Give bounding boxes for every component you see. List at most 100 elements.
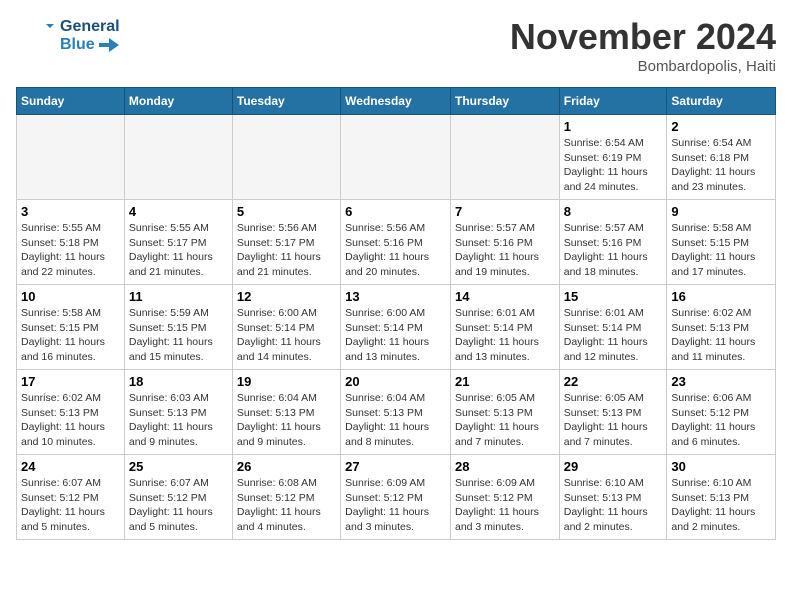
calendar-cell: 14 Sunrise: 6:01 AM Sunset: 5:14 PM Dayl…	[450, 285, 559, 370]
calendar-cell: 9 Sunrise: 5:58 AM Sunset: 5:15 PM Dayli…	[667, 200, 776, 285]
daylight: Daylight: 11 hours and 10 minutes.	[21, 420, 120, 449]
day-info: Sunrise: 6:00 AM Sunset: 5:14 PM Dayligh…	[237, 306, 336, 365]
calendar-cell	[450, 115, 559, 200]
calendar-cell: 15 Sunrise: 6:01 AM Sunset: 5:14 PM Dayl…	[559, 285, 667, 370]
day-info: Sunrise: 6:07 AM Sunset: 5:12 PM Dayligh…	[21, 476, 120, 535]
calendar-cell	[232, 115, 340, 200]
day-info: Sunrise: 6:03 AM Sunset: 5:13 PM Dayligh…	[129, 391, 228, 450]
daylight: Daylight: 11 hours and 24 minutes.	[564, 165, 663, 194]
sunset: Sunset: 5:12 PM	[21, 491, 120, 506]
day-number: 16	[671, 289, 771, 304]
day-number: 7	[455, 204, 555, 219]
sunrise: Sunrise: 5:56 AM	[345, 221, 446, 236]
sunrise: Sunrise: 6:54 AM	[671, 136, 771, 151]
daylight: Daylight: 11 hours and 16 minutes.	[21, 335, 120, 364]
day-info: Sunrise: 6:06 AM Sunset: 5:12 PM Dayligh…	[671, 391, 771, 450]
day-number: 1	[564, 119, 663, 134]
day-number: 6	[345, 204, 446, 219]
day-info: Sunrise: 6:10 AM Sunset: 5:13 PM Dayligh…	[564, 476, 663, 535]
calendar-week-row: 3 Sunrise: 5:55 AM Sunset: 5:18 PM Dayli…	[17, 200, 776, 285]
day-info: Sunrise: 6:08 AM Sunset: 5:12 PM Dayligh…	[237, 476, 336, 535]
daylight: Daylight: 11 hours and 3 minutes.	[345, 505, 446, 534]
daylight: Daylight: 11 hours and 11 minutes.	[671, 335, 771, 364]
daylight: Daylight: 11 hours and 23 minutes.	[671, 165, 771, 194]
daylight: Daylight: 11 hours and 3 minutes.	[455, 505, 555, 534]
sunrise: Sunrise: 6:54 AM	[564, 136, 663, 151]
weekday-header: Sunday	[17, 88, 125, 115]
sunrise: Sunrise: 5:58 AM	[671, 221, 771, 236]
day-number: 17	[21, 374, 120, 389]
day-info: Sunrise: 6:54 AM Sunset: 6:19 PM Dayligh…	[564, 136, 663, 195]
sunset: Sunset: 6:18 PM	[671, 151, 771, 166]
sunset: Sunset: 5:12 PM	[237, 491, 336, 506]
day-info: Sunrise: 5:58 AM Sunset: 5:15 PM Dayligh…	[21, 306, 120, 365]
day-number: 24	[21, 459, 120, 474]
daylight: Daylight: 11 hours and 4 minutes.	[237, 505, 336, 534]
calendar-cell: 16 Sunrise: 6:02 AM Sunset: 5:13 PM Dayl…	[667, 285, 776, 370]
day-number: 14	[455, 289, 555, 304]
calendar-cell: 5 Sunrise: 5:56 AM Sunset: 5:17 PM Dayli…	[232, 200, 340, 285]
day-info: Sunrise: 6:00 AM Sunset: 5:14 PM Dayligh…	[345, 306, 446, 365]
calendar-week-row: 1 Sunrise: 6:54 AM Sunset: 6:19 PM Dayli…	[17, 115, 776, 200]
subtitle: Bombardopolis, Haiti	[510, 58, 776, 75]
sunrise: Sunrise: 6:09 AM	[345, 476, 446, 491]
calendar-week-row: 10 Sunrise: 5:58 AM Sunset: 5:15 PM Dayl…	[17, 285, 776, 370]
day-info: Sunrise: 5:55 AM Sunset: 5:18 PM Dayligh…	[21, 221, 120, 280]
calendar-cell: 6 Sunrise: 5:56 AM Sunset: 5:16 PM Dayli…	[341, 200, 451, 285]
sunrise: Sunrise: 5:57 AM	[455, 221, 555, 236]
sunrise: Sunrise: 6:01 AM	[564, 306, 663, 321]
sunrise: Sunrise: 6:00 AM	[345, 306, 446, 321]
month-title: November 2024	[510, 16, 776, 58]
daylight: Daylight: 11 hours and 9 minutes.	[129, 420, 228, 449]
calendar-cell: 7 Sunrise: 5:57 AM Sunset: 5:16 PM Dayli…	[450, 200, 559, 285]
day-number: 22	[564, 374, 663, 389]
day-info: Sunrise: 6:05 AM Sunset: 5:13 PM Dayligh…	[564, 391, 663, 450]
day-number: 26	[237, 459, 336, 474]
day-info: Sunrise: 6:01 AM Sunset: 5:14 PM Dayligh…	[455, 306, 555, 365]
day-info: Sunrise: 5:55 AM Sunset: 5:17 PM Dayligh…	[129, 221, 228, 280]
daylight: Daylight: 11 hours and 12 minutes.	[564, 335, 663, 364]
sunset: Sunset: 5:13 PM	[345, 406, 446, 421]
calendar-cell: 27 Sunrise: 6:09 AM Sunset: 5:12 PM Dayl…	[341, 455, 451, 540]
day-number: 12	[237, 289, 336, 304]
calendar-cell: 17 Sunrise: 6:02 AM Sunset: 5:13 PM Dayl…	[17, 370, 125, 455]
daylight: Daylight: 11 hours and 17 minutes.	[671, 250, 771, 279]
daylight: Daylight: 11 hours and 5 minutes.	[21, 505, 120, 534]
weekday-header-row: SundayMondayTuesdayWednesdayThursdayFrid…	[17, 88, 776, 115]
daylight: Daylight: 11 hours and 19 minutes.	[455, 250, 555, 279]
sunset: Sunset: 5:14 PM	[455, 321, 555, 336]
sunset: Sunset: 5:18 PM	[21, 236, 120, 251]
daylight: Daylight: 11 hours and 6 minutes.	[671, 420, 771, 449]
calendar-cell: 1 Sunrise: 6:54 AM Sunset: 6:19 PM Dayli…	[559, 115, 667, 200]
sunrise: Sunrise: 5:56 AM	[237, 221, 336, 236]
calendar-cell: 10 Sunrise: 5:58 AM Sunset: 5:15 PM Dayl…	[17, 285, 125, 370]
calendar-cell: 12 Sunrise: 6:00 AM Sunset: 5:14 PM Dayl…	[232, 285, 340, 370]
calendar-cell: 19 Sunrise: 6:04 AM Sunset: 5:13 PM Dayl…	[232, 370, 340, 455]
weekday-header: Friday	[559, 88, 667, 115]
sunrise: Sunrise: 5:55 AM	[21, 221, 120, 236]
day-info: Sunrise: 6:09 AM Sunset: 5:12 PM Dayligh…	[345, 476, 446, 535]
calendar-cell: 4 Sunrise: 5:55 AM Sunset: 5:17 PM Dayli…	[124, 200, 232, 285]
sunrise: Sunrise: 5:55 AM	[129, 221, 228, 236]
sunrise: Sunrise: 6:01 AM	[455, 306, 555, 321]
daylight: Daylight: 11 hours and 7 minutes.	[455, 420, 555, 449]
sunrise: Sunrise: 6:02 AM	[21, 391, 120, 406]
day-number: 13	[345, 289, 446, 304]
sunrise: Sunrise: 6:05 AM	[455, 391, 555, 406]
sunset: Sunset: 5:15 PM	[21, 321, 120, 336]
daylight: Daylight: 11 hours and 18 minutes.	[564, 250, 663, 279]
sunset: Sunset: 5:12 PM	[345, 491, 446, 506]
sunset: Sunset: 5:14 PM	[564, 321, 663, 336]
day-number: 15	[564, 289, 663, 304]
sunrise: Sunrise: 6:03 AM	[129, 391, 228, 406]
sunrise: Sunrise: 5:58 AM	[21, 306, 120, 321]
sunset: Sunset: 5:13 PM	[129, 406, 228, 421]
daylight: Daylight: 11 hours and 15 minutes.	[129, 335, 228, 364]
day-number: 30	[671, 459, 771, 474]
calendar-cell: 20 Sunrise: 6:04 AM Sunset: 5:13 PM Dayl…	[341, 370, 451, 455]
day-info: Sunrise: 6:04 AM Sunset: 5:13 PM Dayligh…	[345, 391, 446, 450]
sunrise: Sunrise: 6:07 AM	[21, 476, 120, 491]
calendar-week-row: 24 Sunrise: 6:07 AM Sunset: 5:12 PM Dayl…	[17, 455, 776, 540]
sunset: Sunset: 5:17 PM	[237, 236, 336, 251]
sunset: Sunset: 5:13 PM	[564, 491, 663, 506]
